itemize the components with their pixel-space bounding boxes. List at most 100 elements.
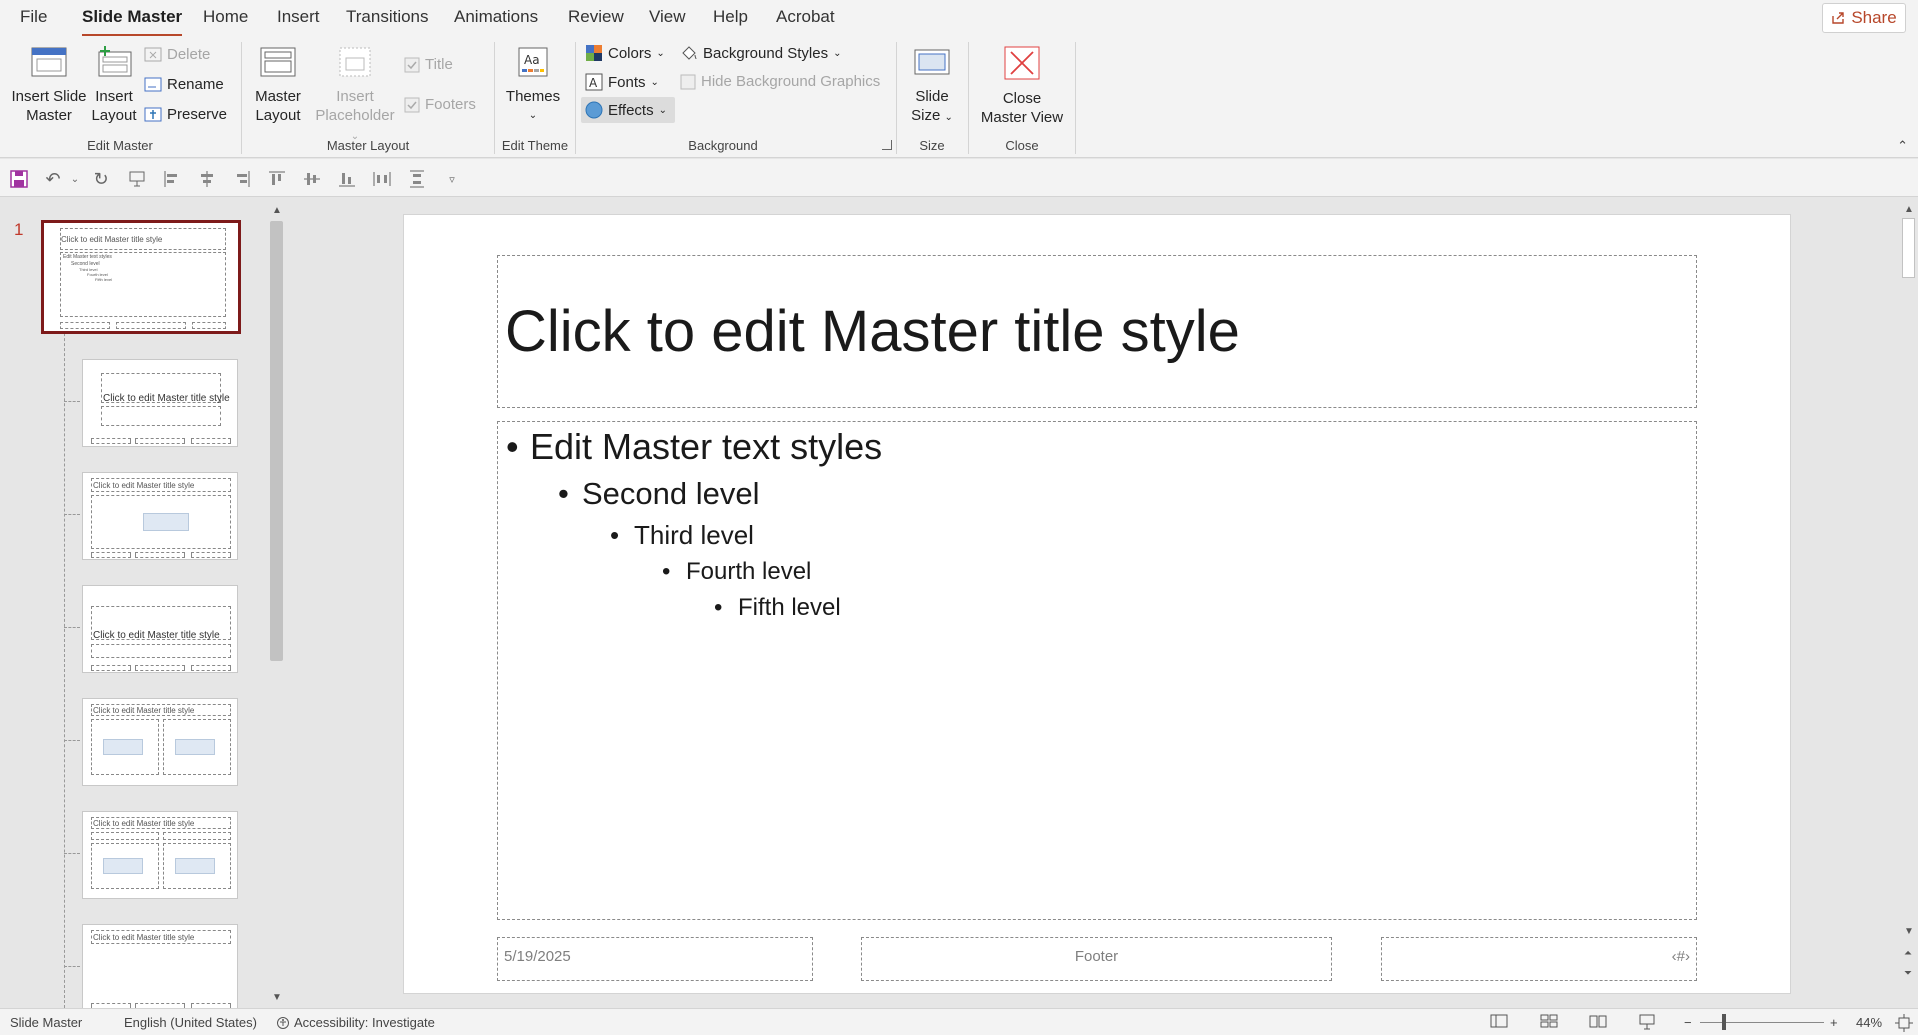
hide-background-graphics-checkbox[interactable]: Hide Background Graphics [680,73,880,90]
slide-sorter-icon[interactable] [1540,1014,1558,1032]
slide-scrollbar[interactable]: ▲ ▼ ⏶ ⏷ [1899,200,1918,1008]
master-layout-icon [260,47,296,77]
footers-checkbox[interactable]: Footers [404,96,476,113]
insert-slide-master-button[interactable]: Insert Slide Master [8,46,90,125]
title-checkbox[interactable]: Title [404,56,453,73]
scrollbar-thumb[interactable] [1902,218,1915,278]
status-language[interactable]: English (United States) [124,1015,257,1030]
scrollbar-thumb[interactable] [270,221,283,661]
text-level-2[interactable]: Second level [558,476,759,512]
reading-view-icon[interactable] [1589,1014,1607,1032]
preserve-button[interactable]: Preserve [144,106,227,123]
title-placeholder[interactable]: Click to edit Master title style [497,255,1697,408]
layout-thumbnail-section-header[interactable]: Click to edit Master title style [82,585,238,673]
chevron-down-icon: ⌄ [944,112,953,123]
footer-date-text[interactable]: 5/19/2025 [504,948,571,965]
zoom-in-icon[interactable]: + [1830,1015,1838,1030]
align-right-icon[interactable] [231,168,253,190]
align-left-icon[interactable] [161,168,183,190]
collapse-ribbon-icon[interactable]: ⌃ [1897,138,1908,154]
background-styles-button[interactable]: Background Styles ⌄ [680,44,841,62]
master-layout-button[interactable]: Master Layout [250,46,306,125]
scroll-up-icon[interactable]: ▲ [272,205,282,216]
fonts-button[interactable]: A Fonts ⌄ [585,73,659,91]
text-level-1[interactable]: Edit Master text styles [506,426,882,468]
text-level-4[interactable]: Fourth level [662,558,811,586]
tab-home[interactable]: Home [203,7,248,27]
tab-acrobat[interactable]: Acrobat [776,7,835,27]
undo-dropdown-icon[interactable]: ⌄ [64,168,86,190]
tab-insert[interactable]: Insert [277,7,320,27]
tab-view[interactable]: View [649,7,686,27]
master-title-text[interactable]: Click to edit Master title style [505,298,1240,365]
tab-transitions[interactable]: Transitions [346,7,429,27]
align-top-icon[interactable] [266,168,288,190]
slide-size-button[interactable]: Slide Size ⌄ [904,46,960,127]
customize-toolbar-icon[interactable]: ▿ [441,168,463,190]
themes-button[interactable]: Aa Themes ⌄ [502,46,564,125]
colors-button[interactable]: Colors ⌄ [585,44,665,62]
align-bottom-icon[interactable] [336,168,358,190]
zoom-slider-thumb[interactable] [1722,1014,1726,1030]
date-placeholder[interactable]: 5/19/2025 [497,937,813,981]
align-middle-icon[interactable] [301,168,323,190]
text-level-5[interactable]: Fifth level [714,594,841,622]
text-level-3[interactable]: Third level [610,520,754,551]
scroll-down-icon[interactable]: ▼ [272,992,282,1003]
effects-label: Effects [608,101,654,119]
thumb-footer-box [135,552,185,558]
from-beginning-icon[interactable] [126,168,148,190]
normal-view-icon[interactable] [1490,1014,1508,1032]
insert-placeholder-button[interactable]: Insert Placeholder ⌄ [310,46,400,146]
scroll-down-icon[interactable]: ▼ [1904,926,1914,937]
thumbnail-scrollbar[interactable]: ▲ ▼ [267,203,286,1008]
chevron-down-icon: ⌄ [528,110,538,121]
fonts-icon: A [585,73,603,91]
accessibility-status[interactable]: Accessibility: Investigate [276,1015,435,1030]
zoom-level[interactable]: 44% [1856,1015,1882,1030]
tab-help[interactable]: Help [713,7,748,27]
distribute-horizontally-icon[interactable] [371,168,393,190]
tab-review[interactable]: Review [568,7,624,27]
next-slide-icon[interactable]: ⏷ [1904,968,1912,979]
layout-thumbnail-title-only[interactable]: Click to edit Master title style [82,924,238,1008]
master-slide-thumbnail[interactable]: Click to edit Master title style Edit Ma… [41,220,241,334]
chevron-down-icon: ⌄ [658,104,667,116]
close-master-view-button[interactable]: Close Master View [976,46,1068,127]
fit-to-window-icon[interactable] [1895,1014,1913,1035]
thumb-title-text: Click to edit Master title style [61,235,163,244]
layout-thumbnail-title-content[interactable]: Click to edit Master title style [82,472,238,560]
save-icon[interactable] [8,168,30,190]
body-placeholder[interactable]: Edit Master text styles Second level Thi… [497,421,1697,920]
checkbox-icon [680,74,696,89]
tab-file[interactable]: File [20,7,47,27]
insert-slide-master-label-1: Insert Slide [11,88,87,105]
footer-text[interactable]: Footer [862,948,1331,965]
align-center-icon[interactable] [196,168,218,190]
slide-number-placeholder[interactable]: ‹#› [1381,937,1697,981]
thumb-level-1: Edit Master text styles [63,254,112,260]
share-button[interactable]: Share [1822,3,1906,33]
layout-thumbnail-comparison[interactable]: Click to edit Master title style [82,811,238,899]
layout-thumbnail-two-content[interactable]: Click to edit Master title style [82,698,238,786]
zoom-slider-track[interactable] [1700,1022,1824,1023]
zoom-out-icon[interactable]: − [1684,1015,1692,1030]
slide-show-icon[interactable] [1638,1014,1656,1034]
scroll-up-icon[interactable]: ▲ [1904,204,1914,215]
previous-slide-icon[interactable]: ⏶ [1904,948,1912,959]
layout-thumbnail-title-slide[interactable]: Click to edit Master title style [82,359,238,447]
slide-number-text[interactable]: ‹#› [1672,948,1690,965]
effects-button[interactable]: Effects ⌄ [581,97,675,123]
tab-animations[interactable]: Animations [454,7,538,27]
insert-placeholder-icon [339,47,371,77]
insert-placeholder-label-2: Placeholder [315,107,395,124]
footer-placeholder[interactable]: Footer [861,937,1332,981]
dialog-launcher-icon[interactable] [882,140,892,150]
distribute-vertically-icon[interactable] [406,168,428,190]
delete-button[interactable]: Delete [144,46,210,63]
rename-button[interactable]: Rename [144,76,224,93]
insert-layout-button[interactable]: Insert Layout [90,46,138,125]
undo-icon[interactable]: ↶ [42,168,64,190]
tab-slide-master[interactable]: Slide Master [82,7,183,37]
redo-icon[interactable]: ↻ [90,168,112,190]
